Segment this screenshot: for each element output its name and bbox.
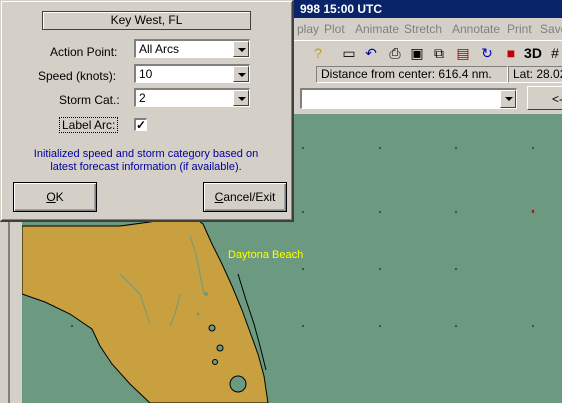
label-arc-label: Label Arc: [59,117,119,133]
location-title: Key West, FL [42,11,251,30]
distance-readout: Distance from center: 616.4 nm. [316,66,508,83]
menu-print[interactable]: Print [507,22,532,36]
menu-save[interactable]: Save [540,22,562,36]
menu-stretch[interactable]: Stretch [404,22,442,36]
printer-icon[interactable]: ⎙ [386,44,404,62]
undo-icon[interactable]: ↶ [362,44,380,62]
note-icon[interactable]: ▤ [454,44,472,62]
menu-display[interactable]: play [297,22,319,36]
ok-button[interactable]: OK [13,182,97,212]
latitude-readout: Lat: 28.02 [508,66,562,83]
card-icon[interactable]: ▭ [340,44,358,62]
menu-animate[interactable]: Animate [355,22,399,36]
info-text: Initialized speed and storm category bas… [33,148,259,173]
stop-icon[interactable]: ■ [502,44,520,62]
previous-button[interactable]: <- [527,86,562,110]
storm-cat-label: Storm Cat.: [59,93,120,107]
action-point-label: Action Point: [50,45,118,59]
chevron-down-icon[interactable] [500,90,516,108]
storm-cat-value: 2 [139,91,146,105]
copy-icon[interactable]: ⧉ [430,44,448,62]
label-arc-checkbox[interactable]: ✓ [134,118,147,131]
product-select[interactable] [300,88,517,109]
menu-annotate[interactable]: Annotate [452,22,500,36]
speed-value: 10 [139,67,153,81]
storm-cat-select[interactable]: 2 [134,88,250,107]
refresh-icon[interactable]: ↻ [478,44,496,62]
hash-icon[interactable]: # [546,44,562,62]
speed-select[interactable]: 10 [134,64,250,83]
speed-label: Speed (knots): [38,69,117,83]
chevron-down-icon[interactable] [233,66,249,82]
question-icon[interactable]: ? [309,44,327,62]
action-point-select[interactable]: All Arcs [134,39,250,58]
menu-plot[interactable]: Plot [324,22,345,36]
3d-icon[interactable]: 3D [524,44,542,62]
cancel-exit-button[interactable]: Cancel/Exit [203,182,287,212]
chevron-down-icon[interactable] [233,41,249,57]
storm-marker [531,209,535,213]
storm-arc-dialog: Key West, FL Action Point: All Arcs Spee… [0,0,294,222]
app-title: 998 15:00 UTC [300,2,383,16]
action-point-value: All Arcs [139,42,180,56]
city-label: Daytona Beach [228,249,304,261]
save-icon[interactable]: ▣ [408,44,426,62]
chevron-down-icon[interactable] [233,90,249,106]
